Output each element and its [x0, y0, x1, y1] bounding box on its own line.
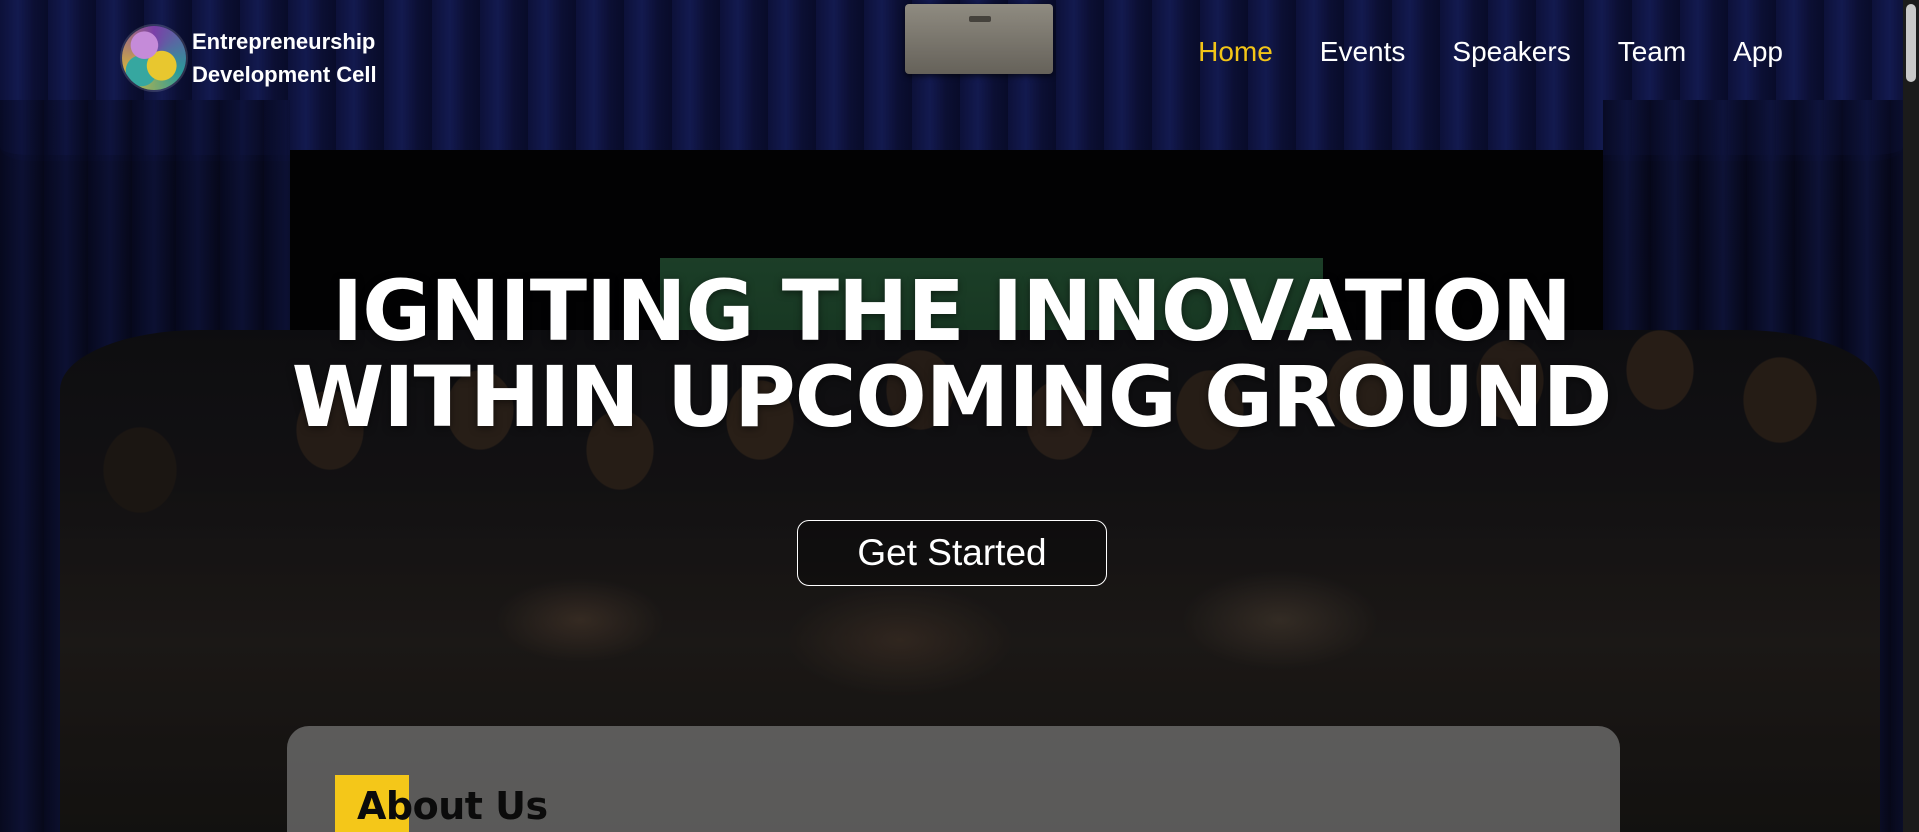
nav-app[interactable]: App	[1733, 36, 1783, 68]
scrollbar-thumb[interactable]	[1906, 4, 1916, 82]
hero-title-line-1: IGNITING THE INNOVATION	[331, 262, 1572, 360]
about-section-card: About Us	[287, 726, 1620, 832]
nav-speakers[interactable]: Speakers	[1452, 36, 1570, 68]
hero-title-line-2: WITHIN UPCOMING GROUND	[291, 348, 1613, 446]
main-nav: Home Events Speakers Team App	[1198, 36, 1783, 68]
brand-line-2: Development Cell	[192, 62, 377, 87]
nav-team[interactable]: Team	[1618, 36, 1686, 68]
navbar: Entrepreneurship Development Cell Home E…	[0, 0, 1903, 110]
brand-name: Entrepreneurship Development Cell	[192, 25, 377, 91]
brand-link[interactable]: Entrepreneurship Development Cell	[122, 25, 377, 91]
edc-globe-logo-icon	[122, 26, 186, 90]
page-scrollbar[interactable]	[1903, 0, 1919, 832]
hero-title: IGNITING THE INNOVATION WITHIN UPCOMING …	[0, 268, 1903, 440]
brand-line-1: Entrepreneurship	[192, 29, 376, 54]
get-started-button[interactable]: Get Started	[797, 520, 1107, 586]
nav-events[interactable]: Events	[1320, 36, 1406, 68]
about-heading: About Us	[357, 784, 548, 828]
page: Entrepreneurship Development Cell Home E…	[0, 0, 1919, 832]
nav-home[interactable]: Home	[1198, 36, 1273, 68]
